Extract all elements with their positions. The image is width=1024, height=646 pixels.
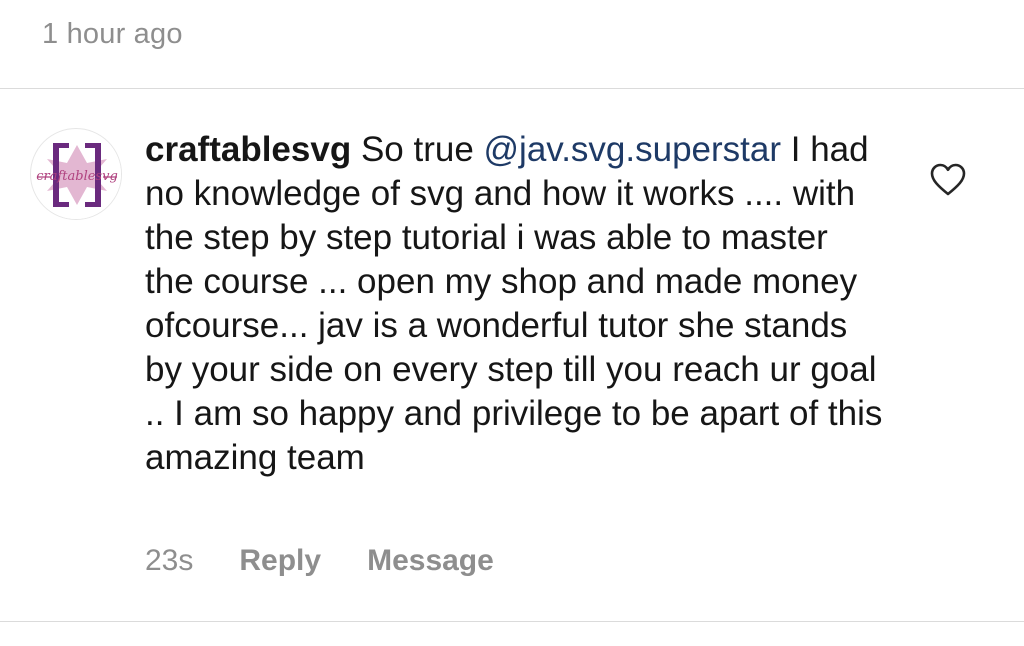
comment-actions: 23s Reply Message — [145, 544, 494, 578]
message-button[interactable]: Message — [367, 544, 494, 578]
comment-mention-link[interactable]: @jav.svg.superstar — [484, 130, 781, 169]
craftablesvg-logo-icon: craftablesvg — [32, 130, 121, 219]
comment-text: I had no knowledge of svg and how it wor… — [145, 130, 883, 477]
avatar[interactable]: craftablesvg — [30, 128, 122, 220]
reply-button[interactable]: Reply — [239, 544, 321, 578]
bottom-divider — [0, 621, 1024, 622]
comment-timestamp: 1 hour ago — [42, 18, 183, 50]
like-button[interactable] — [930, 163, 966, 197]
comment-age: 23s — [145, 544, 194, 577]
top-divider — [0, 88, 1024, 89]
heart-outline-icon — [930, 163, 966, 196]
comment-body: craftablesvg So true @jav.svg.superstar … — [145, 128, 885, 480]
comment-text-intro: So true — [360, 130, 484, 169]
comment-username[interactable]: craftablesvg — [145, 130, 351, 169]
